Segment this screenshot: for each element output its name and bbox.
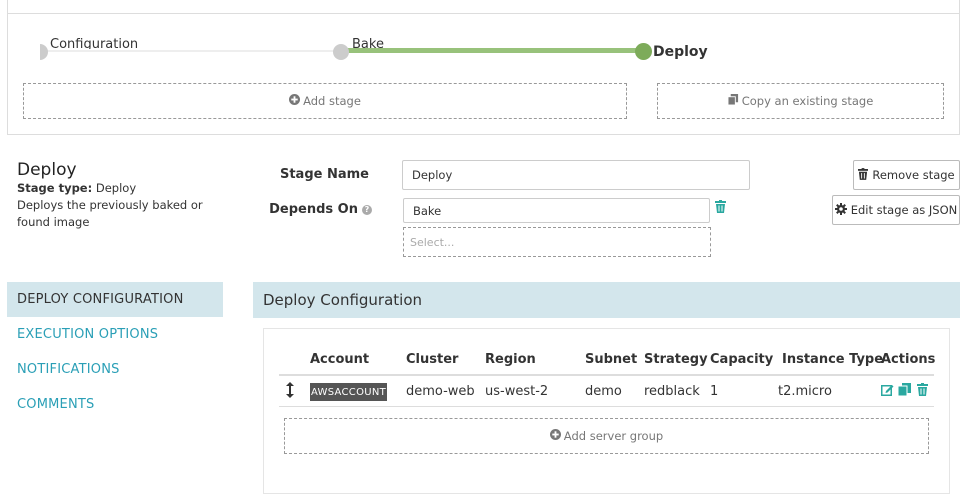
copy-stage-button[interactable]: Copy an existing stage: [657, 83, 944, 119]
cell-instance-type: t2.micro: [778, 384, 832, 399]
add-server-group-label: Add server group: [563, 429, 664, 443]
cell-strategy: redblack: [644, 384, 700, 399]
cell-region: us-west-2: [485, 384, 549, 399]
stage-type-value: Deploy: [95, 181, 137, 195]
gear-icon: [834, 202, 847, 218]
column-header-actions: Actions: [881, 352, 936, 367]
stage-label-bake[interactable]: Bake: [352, 38, 384, 49]
pipeline-connector-active: [343, 48, 643, 53]
trash-icon[interactable]: [917, 383, 928, 400]
pipeline-connector: [44, 50, 340, 52]
sort-arrows-icon[interactable]: [286, 382, 294, 402]
panel-divider: [8, 13, 959, 14]
add-stage-label: Add stage: [303, 94, 361, 108]
depends-on-tag[interactable]: Bake: [403, 198, 710, 223]
cell-capacity: 1: [710, 384, 719, 399]
table-header-divider: [279, 374, 934, 376]
stage-name-label: Stage Name: [279, 167, 369, 182]
edit-icon[interactable]: [881, 383, 894, 400]
edit-json-button[interactable]: Edit stage as JSON: [832, 195, 960, 225]
sidebar-item-deploy-configuration[interactable]: DEPLOY CONFIGURATION: [7, 282, 223, 317]
stage-label-deploy[interactable]: Deploy: [653, 44, 708, 60]
trash-icon[interactable]: [715, 200, 726, 217]
remove-stage-button[interactable]: Remove stage: [853, 160, 960, 190]
sidebar-item-notifications[interactable]: NOTIFICATIONS: [7, 352, 223, 387]
column-header-subnet: Subnet: [585, 352, 638, 367]
copy-stage-label: Copy an existing stage: [741, 94, 874, 108]
column-header-capacity: Capacity: [710, 352, 774, 367]
depends-on-text: Depends On: [269, 202, 358, 217]
stage-description: Deploys the previously baked or found im…: [17, 198, 203, 229]
stage-node-bake[interactable]: [333, 44, 349, 60]
column-header-strategy: Strategy: [644, 352, 708, 367]
sidebar-item-comments[interactable]: COMMENTS: [7, 387, 223, 422]
add-stage-button[interactable]: Add stage: [23, 83, 627, 119]
stage-label-configuration[interactable]: Configuration: [50, 38, 138, 49]
copy-icon: [727, 94, 739, 108]
duplicate-icon[interactable]: [897, 383, 911, 400]
stage-type: Stage type: Deploy: [17, 181, 136, 195]
column-header-region: Region: [485, 352, 536, 367]
stage-node-deploy[interactable]: [635, 43, 652, 60]
column-header-cluster: Cluster: [406, 352, 459, 367]
help-icon[interactable]: ?: [362, 204, 372, 215]
cell-cluster: demo-web: [406, 384, 475, 399]
trash-icon: [858, 167, 869, 183]
column-header-account: Account: [310, 352, 370, 367]
column-header-instance-type: Instance Type: [782, 352, 884, 367]
cell-subnet: demo: [585, 384, 622, 399]
table-row-divider: [279, 406, 934, 407]
stage-name-input[interactable]: Deploy: [402, 160, 750, 190]
stage-type-label: Stage type:: [17, 181, 93, 195]
edit-json-label: Edit stage as JSON: [850, 203, 958, 217]
plus-circle-icon: [549, 429, 561, 443]
section-title: Deploy Configuration: [253, 282, 960, 318]
account-badge: AWSACCOUNT: [310, 383, 387, 401]
plus-circle-icon: [289, 94, 301, 108]
remove-stage-label: Remove stage: [872, 168, 955, 182]
depends-on-select[interactable]: Select...: [403, 227, 711, 257]
stage-title: Deploy: [17, 160, 77, 180]
sidebar-item-execution-options[interactable]: EXECUTION OPTIONS: [7, 317, 223, 352]
add-server-group-button[interactable]: Add server group: [284, 418, 929, 454]
depends-on-label: Depends On?: [250, 202, 372, 217]
